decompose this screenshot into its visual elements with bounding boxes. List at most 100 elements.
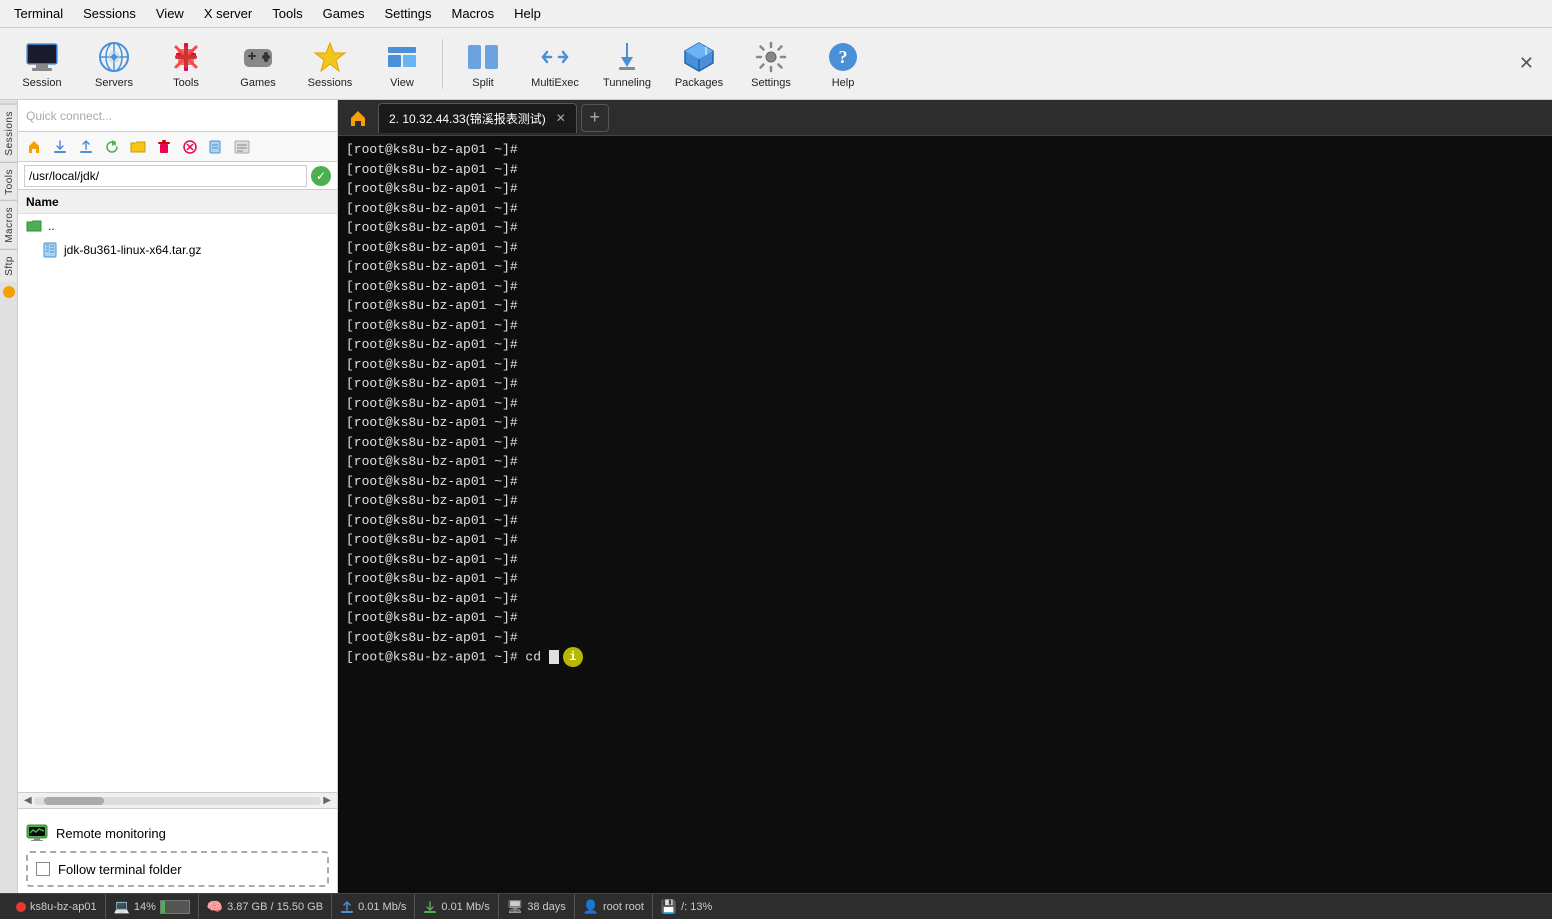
vtab-sessions[interactable]: Sessions	[0, 104, 17, 162]
file-upload-btn[interactable]	[74, 135, 98, 159]
status-cpu: 💻 14%	[106, 894, 199, 919]
terminal-line: [root@ks8u-bz-ap01 ~]#	[346, 491, 1544, 511]
terminal-line: [root@ks8u-bz-ap01 ~]#	[346, 316, 1544, 336]
toolbar-packages[interactable]: Packages	[665, 32, 733, 96]
memory-icon: 🧠	[207, 899, 223, 915]
home-tab-button[interactable]	[342, 102, 374, 134]
toolbar-split[interactable]: Split	[449, 32, 517, 96]
new-tab-button[interactable]: +	[581, 104, 609, 132]
toolbar-games-label: Games	[240, 77, 275, 89]
terminal-line: [root@ks8u-bz-ap01 ~]#	[346, 530, 1544, 550]
vtab-macros[interactable]: Macros	[0, 200, 17, 249]
tab-close-button[interactable]: ✕	[556, 111, 566, 125]
status-uptime: 🖥 38 days	[499, 894, 575, 919]
toolbar-multiexec[interactable]: MultiExec	[521, 32, 589, 96]
terminal-line: [root@ks8u-bz-ap01 ~]#	[346, 218, 1544, 238]
menu-view[interactable]: View	[146, 2, 194, 25]
split-icon	[465, 39, 501, 75]
toolbar-settings[interactable]: Settings	[737, 32, 805, 96]
remote-monitoring[interactable]: Remote monitoring	[26, 815, 329, 851]
toolbar-games[interactable]: Games	[224, 32, 292, 96]
file-download-btn[interactable]	[48, 135, 72, 159]
menu-terminal[interactable]: Terminal	[4, 2, 73, 25]
path-input[interactable]	[24, 165, 307, 187]
terminal-line: [root@ks8u-bz-ap01 ~]#	[346, 433, 1544, 453]
file-cancel-btn[interactable]	[178, 135, 202, 159]
close-button[interactable]: ✕	[1509, 49, 1544, 78]
connection-status-dot	[16, 902, 26, 912]
home-icon	[348, 108, 368, 128]
scroll-track[interactable]	[34, 797, 322, 805]
menu-tools[interactable]: Tools	[262, 2, 312, 25]
view-icon	[384, 39, 420, 75]
toolbar-help[interactable]: ? Help	[809, 32, 877, 96]
scroll-thumb[interactable]	[44, 797, 104, 805]
path-confirm-button[interactable]: ✓	[311, 166, 331, 186]
file-item-jdk[interactable]: jdk-8u361-linux-x64.tar.gz	[34, 238, 337, 262]
menu-macros[interactable]: Macros	[441, 2, 504, 25]
disk-label: /: 13%	[681, 901, 712, 913]
terminal-content[interactable]: [root@ks8u-bz-ap01 ~]# [root@ks8u-bz-ap0…	[338, 136, 1552, 893]
file-home-btn[interactable]	[22, 135, 46, 159]
toolbar-session-label: Session	[22, 77, 61, 89]
user-icon: 👤	[583, 899, 599, 915]
tunneling-icon	[609, 39, 645, 75]
terminal-line: [root@ks8u-bz-ap01 ~]#	[346, 355, 1544, 375]
folder-up-icon	[26, 218, 42, 234]
file-delete-btn[interactable]	[152, 135, 176, 159]
follow-folder: Follow terminal folder	[26, 851, 329, 887]
terminal-tab[interactable]: 2. 10.32.44.33(锦溪报表测试) ✕	[378, 103, 577, 133]
toolbar-view[interactable]: View	[368, 32, 436, 96]
vtab-sftp[interactable]: Sftp	[0, 249, 17, 282]
scroll-left-btn[interactable]: ◀	[22, 795, 34, 806]
scroll-right-btn[interactable]: ▶	[321, 795, 333, 806]
quick-connect-placeholder: Quick connect...	[26, 109, 112, 123]
toolbar-session[interactable]: Session	[8, 32, 76, 96]
quick-connect-bar: Quick connect...	[18, 100, 337, 132]
toolbar-view-label: View	[390, 77, 414, 89]
menu-xserver[interactable]: X server	[194, 2, 262, 25]
terminal-line: [root@ks8u-bz-ap01 ~]#	[346, 238, 1544, 258]
bottom-panel: Remote monitoring Follow terminal folder	[18, 808, 337, 893]
menu-help[interactable]: Help	[504, 2, 551, 25]
menu-sessions[interactable]: Sessions	[73, 2, 146, 25]
terminal-line: [root@ks8u-bz-ap01 ~]#	[346, 589, 1544, 609]
toolbar-multiexec-label: MultiExec	[531, 77, 579, 89]
file-refresh-btn[interactable]	[100, 135, 124, 159]
toolbar-tools[interactable]: Tools	[152, 32, 220, 96]
svg-text:?: ?	[839, 47, 848, 67]
vtab-tools[interactable]: Tools	[0, 162, 17, 201]
file-properties-btn[interactable]	[230, 135, 254, 159]
toolbar-settings-label: Settings	[751, 77, 791, 89]
terminal-line: [root@ks8u-bz-ap01 ~]#	[346, 257, 1544, 277]
file-folder-btn[interactable]	[126, 135, 150, 159]
menu-settings[interactable]: Settings	[375, 2, 442, 25]
terminal-line: [root@ks8u-bz-ap01 ~]#	[346, 179, 1544, 199]
sftp-indicator	[3, 286, 15, 298]
upload-icon	[340, 900, 354, 914]
file-rename-btn[interactable]	[204, 135, 228, 159]
menu-games[interactable]: Games	[313, 2, 375, 25]
terminal-line: [root@ks8u-bz-ap01 ~]#	[346, 511, 1544, 531]
follow-folder-checkbox[interactable]	[36, 862, 50, 876]
horizontal-scrollbar[interactable]: ◀ ▶	[18, 792, 337, 808]
file-list: .. jdk-8u361-linux-x64.tar.gz	[18, 214, 337, 792]
toolbar-sessions[interactable]: Sessions	[296, 32, 364, 96]
toolbar-tunneling[interactable]: Tunneling	[593, 32, 661, 96]
toolbar-servers[interactable]: Servers	[80, 32, 148, 96]
status-upload: 0.01 Mb/s	[332, 894, 415, 919]
terminal-line: [root@ks8u-bz-ap01 ~]#	[346, 569, 1544, 589]
terminal-line: [root@ks8u-bz-ap01 ~]#	[346, 550, 1544, 570]
file-item-parent[interactable]: ..	[18, 214, 337, 238]
terminal-line: [root@ks8u-bz-ap01 ~]#	[346, 628, 1544, 648]
user-label: root root	[603, 901, 644, 913]
terminal-area: 2. 10.32.44.33(锦溪报表测试) ✕ + [root@ks8u-bz…	[338, 100, 1552, 893]
download-speed: 0.01 Mb/s	[441, 901, 489, 913]
status-disk: 💾 /: 13%	[653, 894, 720, 919]
terminal-line: [root@ks8u-bz-ap01 ~]#	[346, 413, 1544, 433]
toolbar-tunneling-label: Tunneling	[603, 77, 651, 89]
toolbar: Session Servers	[0, 28, 1552, 100]
status-bar: ks8u-bz-ap01 💻 14% 🧠 3.87 GB / 15.50 GB …	[0, 893, 1552, 919]
cpu-icon: 💻	[114, 899, 130, 915]
tab-bar: 2. 10.32.44.33(锦溪报表测试) ✕ +	[338, 100, 1552, 136]
